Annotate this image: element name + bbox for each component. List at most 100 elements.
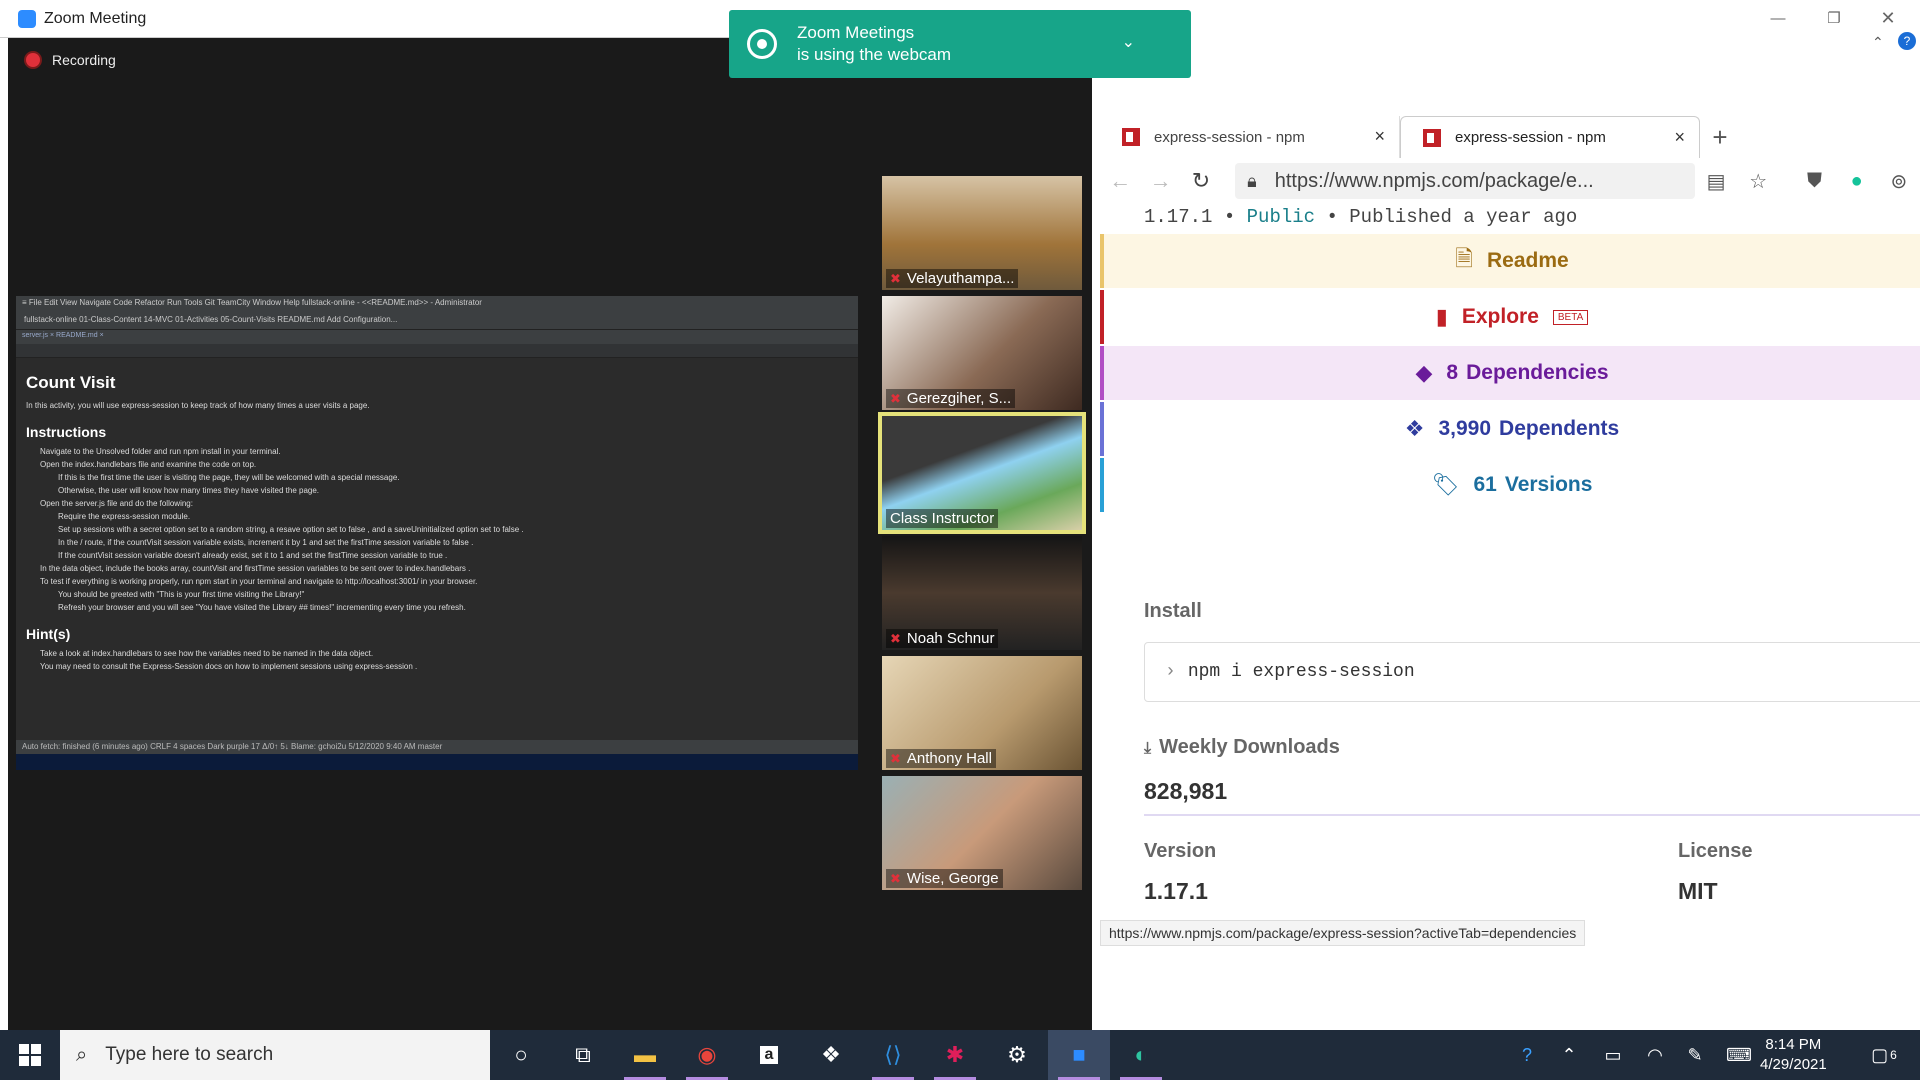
tab-strip: express-session - npm × express-session … <box>1100 116 1920 158</box>
settings-gear-icon[interactable]: ⚙ <box>986 1030 1048 1080</box>
screen-share-view: ≡ File Edit View Navigate Code Refactor … <box>16 296 858 770</box>
instruction-subitem: Set up sessions with a secret option set… <box>58 525 524 534</box>
forward-icon[interactable]: → <box>1140 161 1180 201</box>
help-icon[interactable]: ? <box>1898 32 1916 50</box>
readme-tab[interactable]: 🗎︎ Readme <box>1104 234 1920 288</box>
dependencies-tab[interactable]: ◆ 8 Dependencies <box>1104 346 1920 400</box>
edge-icon[interactable]: ◐ <box>1110 1030 1172 1080</box>
zoom-logo-icon <box>18 9 36 28</box>
notification-center-icon[interactable]: ▢ 6 <box>1864 1030 1904 1080</box>
record-icon <box>26 53 40 67</box>
license-heading: License <box>1678 840 1753 862</box>
participant-tile[interactable]: ✖ Wise, George <box>882 776 1082 890</box>
address-bar[interactable]: 🔒︎ https://www.npmjs.com/package/e... <box>1235 163 1695 199</box>
search-placeholder: Type here to search <box>105 1044 274 1065</box>
pen-icon[interactable]: ✎ <box>1680 1030 1710 1080</box>
browser-tab-active[interactable]: express-session - npm × <box>1400 116 1700 158</box>
close-tab-icon[interactable]: × <box>1374 126 1385 147</box>
downloads-sparkline <box>1144 814 1920 816</box>
tab-title: express-session - npm <box>1455 129 1606 146</box>
chrome-icon[interactable]: ◉ <box>676 1030 738 1080</box>
box-icon: ◆ <box>1415 360 1433 385</box>
notification-message: is using the webcam <box>797 45 952 64</box>
instruction-subitem: Require the express-session module. <box>58 512 191 521</box>
reader-view-icon[interactable]: ▤ <box>1695 169 1737 194</box>
extension-icon[interactable]: ⊚ <box>1878 169 1920 194</box>
ide-menu-bar: ≡ File Edit View Navigate Code Refactor … <box>16 296 858 310</box>
markdown-toolbar <box>16 344 858 358</box>
instruction-subitem: If this is the first time the user is vi… <box>58 473 400 482</box>
install-heading: Install <box>1144 600 1202 622</box>
instruction-item: In the data object, include the books ar… <box>40 564 471 573</box>
show-hidden-icons-icon[interactable]: ⌃ <box>1556 1030 1582 1080</box>
clock-date: 4/29/2021 <box>1760 1056 1827 1073</box>
version-text: 1.17.1 <box>1144 206 1213 228</box>
vscode-icon[interactable]: ⟨⟩ <box>862 1030 924 1080</box>
explore-tab[interactable]: ▮ Explore BETA <box>1104 290 1920 344</box>
ide-breadcrumbs: fullstack-online 01-Class-Content 14-MVC… <box>16 310 858 330</box>
webcam-notification[interactable]: Zoom Meetings is using the webcam ⌄ <box>729 10 1191 78</box>
close-window-button[interactable]: ✕ <box>1862 0 1914 36</box>
chevron-down-icon[interactable]: ⌄ <box>1122 32 1135 54</box>
zoom-title: Zoom Meeting <box>44 9 147 27</box>
minimize-button[interactable]: — <box>1752 0 1804 36</box>
participant-tile[interactable]: ✖ Noah Schnur <box>882 536 1082 650</box>
dependencies-count: 8 <box>1446 361 1459 384</box>
back-icon[interactable]: ← <box>1100 161 1140 201</box>
keyboard-icon[interactable]: ⌨ <box>1724 1030 1754 1080</box>
new-tab-button[interactable]: + <box>1700 116 1740 158</box>
lock-icon: 🔒︎ <box>1247 170 1257 191</box>
tab-title: express-session - npm <box>1154 128 1305 146</box>
npm-package-page: 1.17.1 • Public • Published a year ago 🗎… <box>1100 204 1920 944</box>
grammarly-icon[interactable]: ● <box>1836 170 1878 193</box>
help-circle-icon[interactable]: ? <box>1512 1030 1542 1080</box>
battery-icon[interactable]: ▭ <box>1598 1030 1628 1080</box>
participant-tile[interactable]: ✖ Gerezgiher, S... <box>882 296 1082 410</box>
muted-mic-icon: ✖ <box>890 630 901 646</box>
zoom-taskbar-icon[interactable]: ■ <box>1048 1030 1110 1080</box>
hints-heading: Hint(s) <box>26 626 71 642</box>
link-status-bar: https://www.npmjs.com/package/express-se… <box>1100 920 1586 946</box>
participant-tile[interactable]: ✖ Anthony Hall <box>882 656 1082 770</box>
tags-icon: 🏷︎ <box>1431 472 1460 497</box>
instruction-subitem: Refresh your browser and you will see "Y… <box>58 603 466 612</box>
shield-icon[interactable]: ⛊ <box>1793 170 1835 193</box>
muted-mic-icon: ✖ <box>890 390 901 406</box>
file-zip-icon: ▮ <box>1435 304 1448 329</box>
restore-button[interactable]: ❐ <box>1808 0 1860 36</box>
close-tab-icon[interactable]: × <box>1674 127 1685 148</box>
chevron-up-icon[interactable]: ⌃ <box>1872 34 1884 51</box>
taskbar-search[interactable]: ⌕ Type here to search <box>60 1030 490 1080</box>
favorite-star-icon[interactable]: ☆ <box>1737 169 1779 194</box>
explore-label: Explore <box>1461 305 1539 328</box>
task-view-icon[interactable]: ⧉ <box>552 1030 614 1080</box>
file-explorer-icon[interactable]: ▬ <box>614 1030 676 1080</box>
instructions-list: Navigate to the Unsolved folder and run … <box>26 445 848 614</box>
windows-taskbar: ⌕ Type here to search ○ ⧉ ▬ ◉ a ❖ ⟨⟩ ✱ ⚙… <box>0 1030 1920 1080</box>
recording-indicator[interactable]: Recording <box>26 52 116 68</box>
weekly-downloads-label: Weekly Downloads <box>1159 736 1340 758</box>
participant-tile-active-speaker[interactable]: Class Instructor <box>878 412 1086 534</box>
cortana-icon[interactable]: ○ <box>490 1030 552 1080</box>
participant-name: Wise, George <box>906 870 999 887</box>
amazon-icon[interactable]: a <box>738 1030 800 1080</box>
dependents-marker <box>1100 402 1104 456</box>
participant-name: Noah Schnur <box>906 630 995 647</box>
dropbox-icon[interactable]: ❖ <box>800 1030 862 1080</box>
participant-tile[interactable]: ✖ Velayuthampa... <box>882 176 1082 290</box>
zoom-window: Zoom Meeting Recording ≡ File Edit View … <box>0 0 1092 1030</box>
clock-time: 8:14 PM <box>1765 1036 1822 1053</box>
instruction-subitem: You should be greeted with "This is your… <box>58 590 305 599</box>
versions-count: 61 <box>1473 473 1497 496</box>
refresh-icon[interactable]: ↻ <box>1181 161 1221 201</box>
wifi-icon[interactable]: ◠ <box>1640 1030 1670 1080</box>
versions-marker <box>1100 458 1104 512</box>
install-command-box[interactable]: › npm i express-session <box>1144 642 1920 702</box>
browser-tab[interactable]: express-session - npm × <box>1100 116 1400 158</box>
versions-tab[interactable]: 🏷︎ 61 Versions <box>1104 458 1920 512</box>
dependents-tab[interactable]: ❖ 3,990 Dependents <box>1104 402 1920 456</box>
doc-intro: In this activity, you will use express-s… <box>26 401 370 410</box>
start-button[interactable] <box>0 1030 60 1080</box>
taskbar-clock[interactable]: 8:14 PM 4/29/2021 <box>1760 1035 1827 1075</box>
slack-icon[interactable]: ✱ <box>924 1030 986 1080</box>
